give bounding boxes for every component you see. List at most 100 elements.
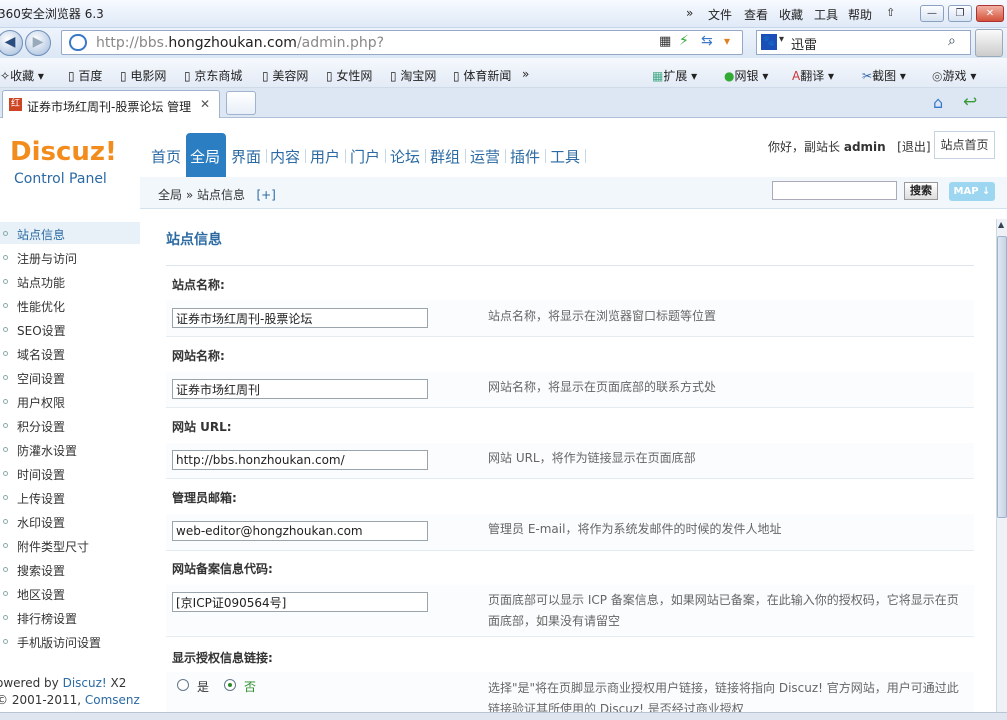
screenshot-button[interactable]: ✂截图 ▾: [862, 67, 906, 84]
lightning-icon[interactable]: ⚡: [679, 33, 689, 49]
nav-users[interactable]: 用户: [310, 146, 340, 167]
favorites-bar: ✧收藏 ▾ ▯ 百度 ▯ 电影网 ▯ 京东商城 ▯ 美容网 ▯ 女性网 ▯ 淘宝…: [0, 58, 1007, 88]
fav-sports[interactable]: ▯ 体育新闻: [453, 67, 511, 84]
admin-email-input[interactable]: [172, 521, 428, 541]
license-yes-radio[interactable]: [177, 679, 189, 691]
bullet-icon: [3, 231, 8, 236]
engine-dropdown-icon[interactable]: ▾: [779, 34, 784, 45]
sidebar-item-credits[interactable]: 积分设置: [0, 414, 140, 436]
sidebar-item-ranking[interactable]: 排行榜设置: [0, 606, 140, 628]
fav-women[interactable]: ▯ 女性网: [326, 67, 372, 84]
sidebar-item-attachment-types[interactable]: 附件类型尺寸: [0, 534, 140, 556]
fav-taobao[interactable]: ▯ 淘宝网: [390, 67, 436, 84]
menu-favorites[interactable]: 收藏: [779, 6, 803, 23]
back-button[interactable]: ◀: [0, 30, 23, 56]
nav-forum[interactable]: 论坛: [390, 146, 420, 167]
map-button[interactable]: MAP ↓: [949, 182, 995, 201]
sidebar-item-features[interactable]: 站点功能: [0, 270, 140, 292]
games-button[interactable]: ◎游戏 ▾: [932, 67, 976, 84]
fav-overflow[interactable]: »: [522, 67, 529, 81]
user-greeting: 你好，副站长 admin [退出]: [768, 140, 931, 154]
minimize-button[interactable]: —: [920, 5, 944, 22]
discuz-link[interactable]: Discuz!: [63, 676, 107, 690]
nav-portal[interactable]: 门户: [350, 146, 380, 167]
menu-tools[interactable]: 工具: [814, 6, 838, 23]
nav-global[interactable]: 全局: [190, 146, 220, 167]
tab-title: 证券市场红周刊-股票论坛 管理: [27, 100, 192, 114]
fav-jd[interactable]: ▯ 京东商城: [184, 67, 242, 84]
breadcrumb-toggle[interactable]: [+]: [256, 188, 275, 202]
admin-search-input[interactable]: [772, 181, 897, 200]
nav-plugins[interactable]: 插件: [510, 146, 540, 167]
tab-close-icon[interactable]: ✕: [200, 97, 210, 111]
address-bar[interactable]: http://bbs.hongzhoukan.com/admin.php? ▦ …: [61, 30, 743, 55]
sidebar-item-domain[interactable]: 域名设置: [0, 342, 140, 364]
tab-admin[interactable]: 红 证券市场红周刊-股票论坛 管理 ✕: [2, 90, 220, 118]
favorites-button[interactable]: ✧收藏 ▾: [0, 67, 44, 84]
home-icon[interactable]: ⌂: [933, 93, 943, 112]
sidebar-item-performance[interactable]: 性能优化: [0, 294, 140, 316]
nav-groups[interactable]: 群组: [430, 146, 460, 167]
nav-home[interactable]: 首页: [151, 146, 181, 167]
menu-overflow-button[interactable]: »: [686, 6, 693, 20]
menu-view[interactable]: 查看: [744, 6, 768, 23]
menu-file[interactable]: 文件: [708, 6, 732, 23]
address-dropdown-icon[interactable]: ▾: [724, 34, 730, 48]
sidebar-item-site-info[interactable]: 站点信息: [0, 222, 140, 244]
site-name-input[interactable]: [172, 308, 428, 328]
sidebar-item-mobile[interactable]: 手机版访问设置: [0, 630, 140, 652]
sidebar-item-time[interactable]: 时间设置: [0, 462, 140, 484]
fav-movies[interactable]: ▯ 电影网: [120, 67, 166, 84]
qrcode-icon[interactable]: ▦: [659, 34, 671, 49]
field-desc-web-name: 网站名称，将显示在页面底部的联系方式处: [488, 380, 717, 394]
new-tab-button[interactable]: [226, 91, 256, 115]
compat-mode-icon[interactable]: ⇆: [701, 33, 713, 49]
sidebar-item-antiflood[interactable]: 防灌水设置: [0, 438, 140, 460]
sidebar-item-region[interactable]: 地区设置: [0, 582, 140, 604]
extensions-button[interactable]: ▦扩展 ▾: [652, 67, 697, 84]
nav-separator: [505, 149, 506, 163]
sidebar-item-search[interactable]: 搜索设置: [0, 558, 140, 580]
skin-icon[interactable]: ⇧: [886, 6, 895, 19]
forward-button[interactable]: ▶: [25, 30, 51, 56]
bullet-icon: [3, 303, 8, 308]
sidebar-item-permissions[interactable]: 用户权限: [0, 390, 140, 412]
search-engine-icon[interactable]: 🐾: [761, 34, 777, 50]
nav-separator: [425, 149, 426, 163]
scrollbar-thumb[interactable]: [997, 236, 1007, 518]
admin-search-button[interactable]: 搜索: [904, 182, 938, 200]
maximize-button[interactable]: ❐: [948, 5, 972, 22]
nav-interface[interactable]: 界面: [231, 146, 261, 167]
sidebar-item-space[interactable]: 空间设置: [0, 366, 140, 388]
icp-input[interactable]: [172, 592, 428, 612]
license-yes-label[interactable]: 是: [197, 678, 209, 695]
bullet-icon: [3, 543, 8, 548]
menu-help[interactable]: 帮助: [848, 6, 872, 23]
search-box[interactable]: 🐾 ▾ 迅雷 ⌕: [756, 30, 971, 55]
nav-tools[interactable]: 工具: [550, 146, 580, 167]
site-url-input[interactable]: [172, 450, 428, 470]
search-icon[interactable]: ⌕: [948, 33, 956, 49]
ebank-button[interactable]: ●网银 ▾: [724, 67, 768, 84]
fav-beauty[interactable]: ▯ 美容网: [262, 67, 308, 84]
translate-button[interactable]: A翻译 ▾: [792, 67, 834, 84]
site-home-button[interactable]: 站点首页: [934, 131, 995, 159]
nav-operations[interactable]: 运营: [470, 146, 500, 167]
license-no-radio[interactable]: [224, 679, 236, 691]
web-name-input[interactable]: [172, 379, 428, 399]
field-label-license: 显示授权信息链接:: [172, 651, 273, 665]
sidebar-item-register[interactable]: 注册与访问: [0, 246, 140, 268]
sidebar-item-upload[interactable]: 上传设置: [0, 486, 140, 508]
scroll-up-icon[interactable]: ▲: [998, 220, 1004, 229]
undo-close-icon[interactable]: ↩: [963, 92, 977, 112]
sidebar-item-seo[interactable]: SEO设置: [0, 318, 140, 340]
user-avatar[interactable]: [975, 29, 1003, 57]
close-window-button[interactable]: ✕: [976, 5, 1004, 22]
nav-separator: [385, 149, 386, 163]
nav-content[interactable]: 内容: [270, 146, 300, 167]
fav-baidu[interactable]: ▯ 百度: [68, 67, 102, 84]
license-no-label[interactable]: 否: [244, 678, 256, 695]
sidebar-item-watermark[interactable]: 水印设置: [0, 510, 140, 532]
logo-subtitle: Control Panel: [14, 171, 107, 187]
logout-link[interactable]: [退出]: [897, 140, 930, 154]
